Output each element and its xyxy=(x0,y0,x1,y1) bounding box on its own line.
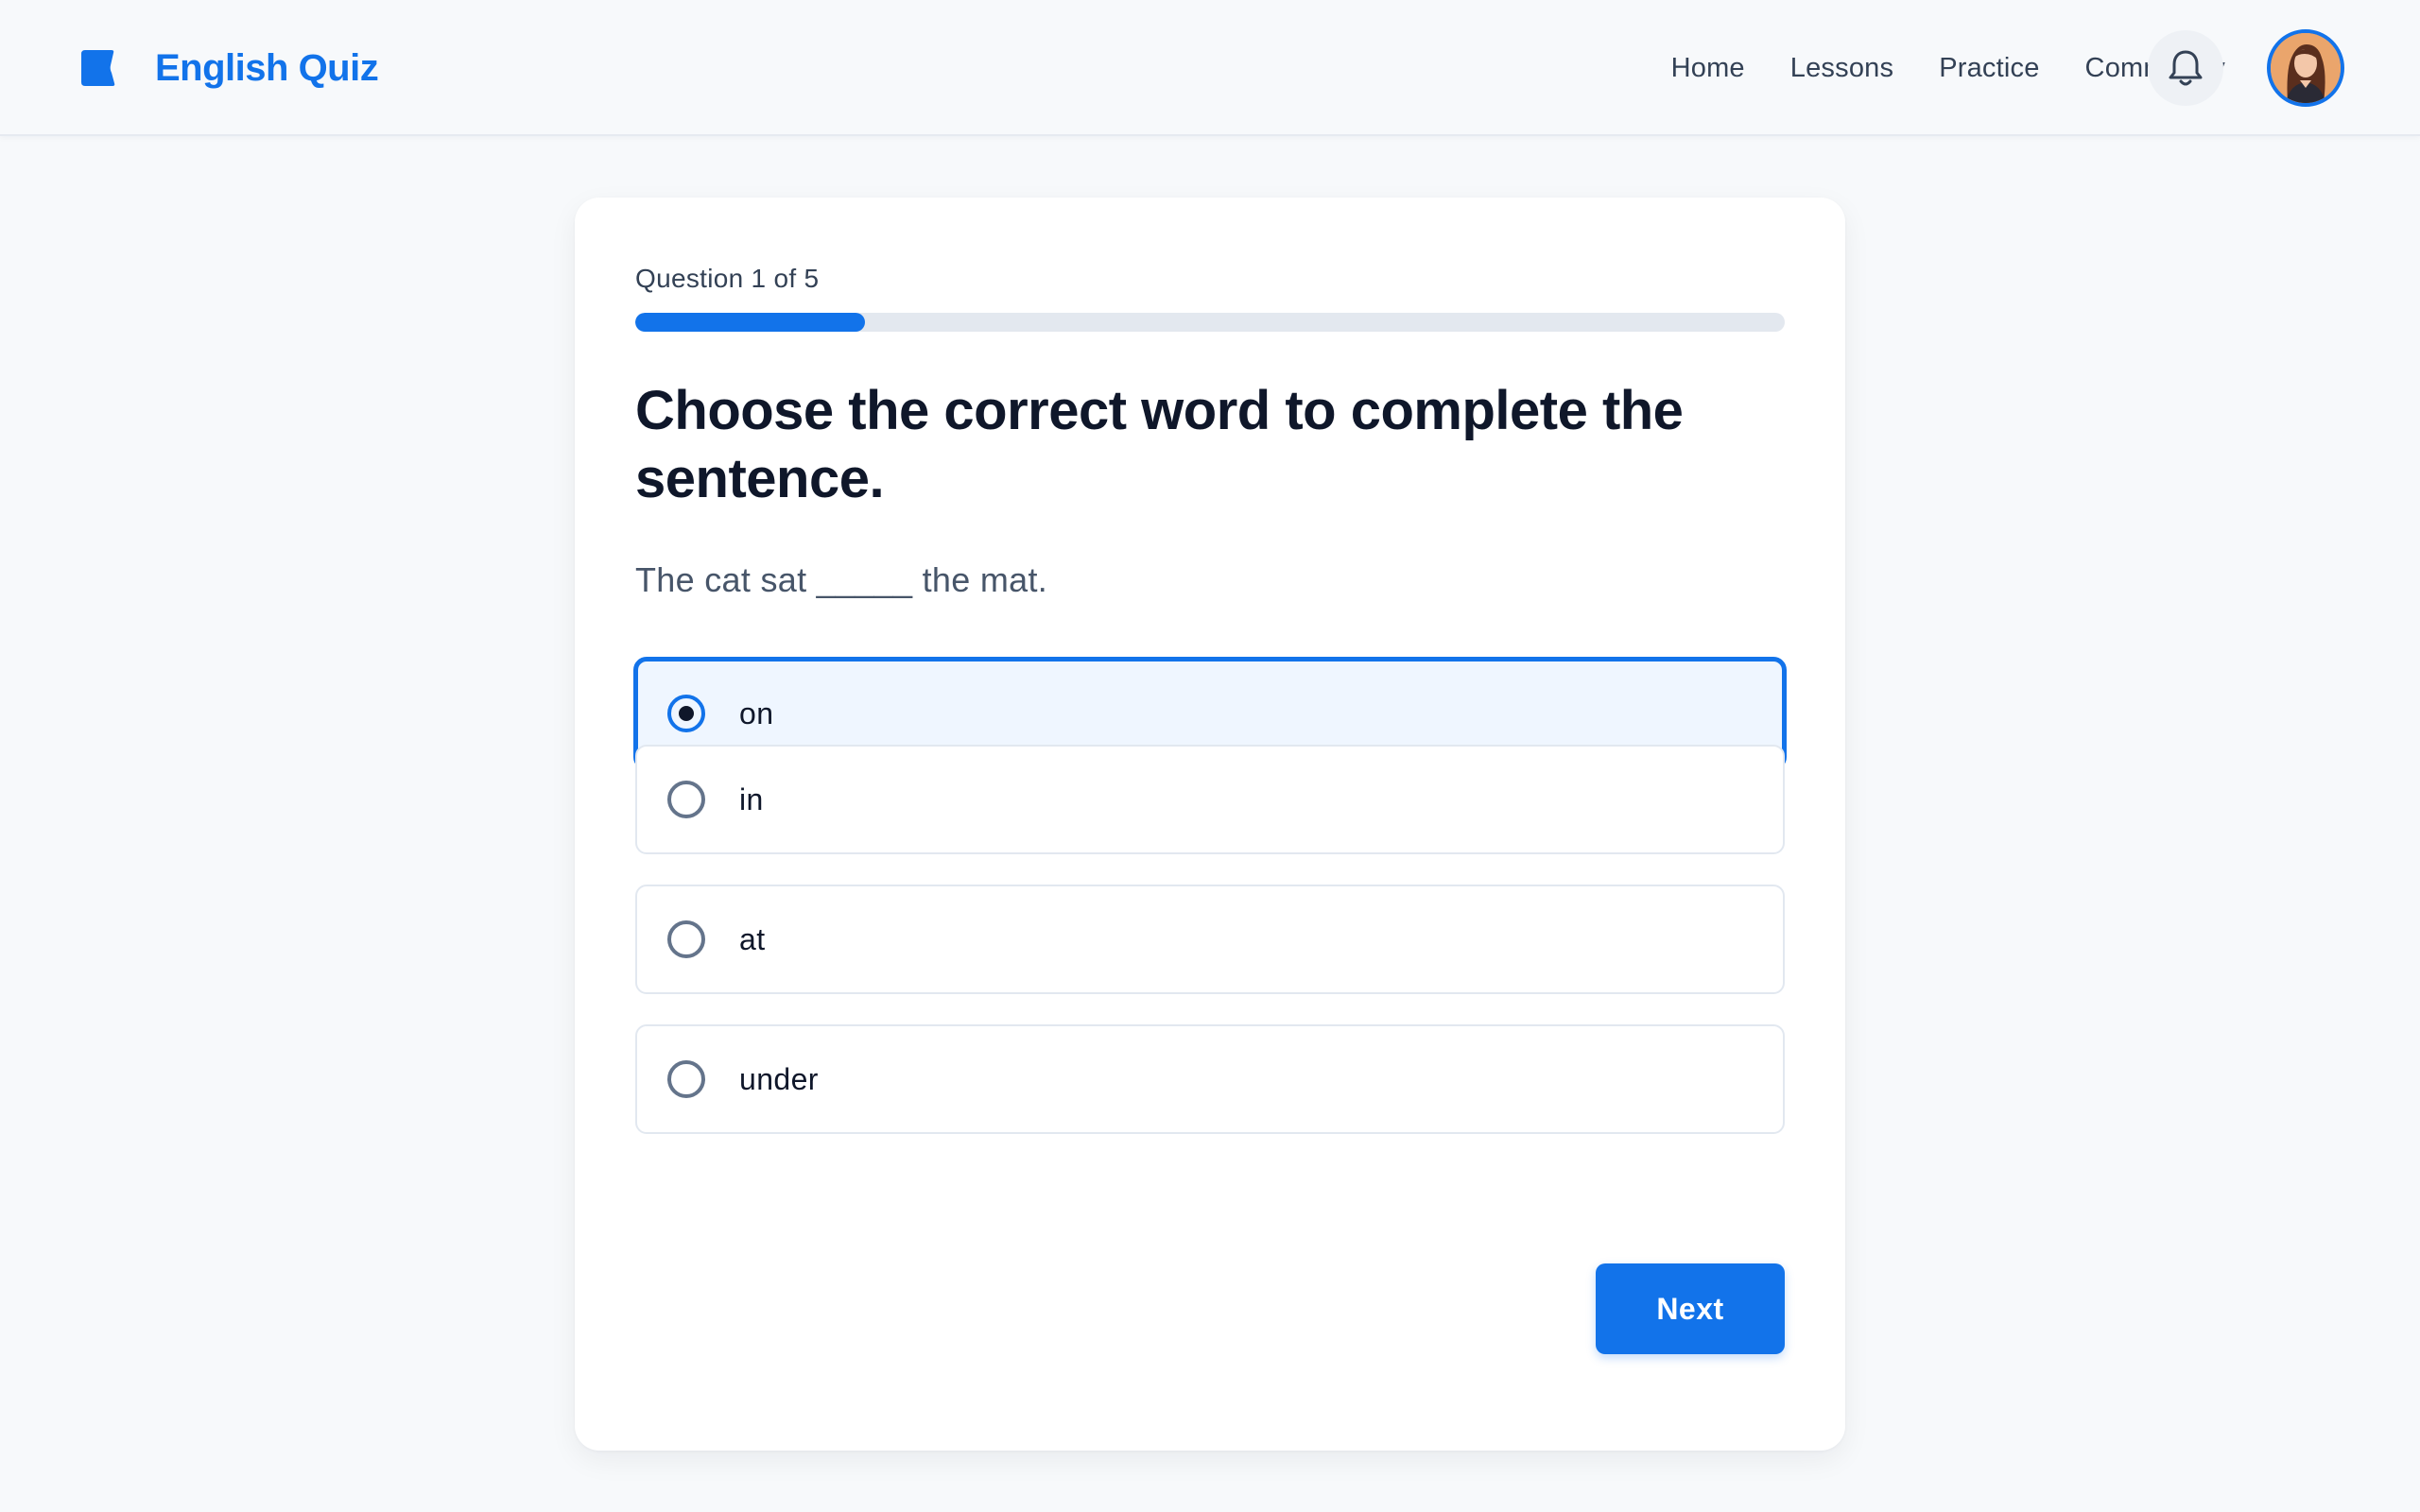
main-nav: Home Lessons Practice Community xyxy=(1626,42,2225,94)
progress-bar-fill xyxy=(635,313,866,332)
question-title: Choose the correct word to complete the … xyxy=(635,380,1684,509)
top-navigation-bar: English Quiz Home Lessons Practice Commu… xyxy=(0,0,2420,136)
option-label: under xyxy=(739,1061,819,1096)
app-title: English Quiz xyxy=(155,46,379,89)
radio-button[interactable] xyxy=(667,781,705,818)
answer-option-in[interactable]: in xyxy=(635,745,1785,854)
option-label: in xyxy=(739,782,764,816)
avatar-image xyxy=(2271,33,2341,103)
progress-bar xyxy=(635,313,1785,332)
bell-icon xyxy=(2169,50,2203,86)
radio-dot xyxy=(679,706,694,721)
book-icon xyxy=(81,50,115,86)
notifications-button[interactable] xyxy=(2148,30,2223,106)
nav-practice-link[interactable]: Practice xyxy=(1939,53,2039,84)
brand[interactable]: English Quiz xyxy=(79,42,379,94)
next-button[interactable]: Next xyxy=(1596,1263,1785,1354)
nav-home-link[interactable]: Home xyxy=(1671,53,1745,84)
question-sentence: The cat sat _____ the mat. xyxy=(635,560,1048,599)
user-avatar[interactable] xyxy=(2267,29,2344,107)
option-label: at xyxy=(739,921,766,956)
nav-lessons-link[interactable]: Lessons xyxy=(1790,53,1893,84)
question-counter: Question 1 of 5 xyxy=(635,264,820,293)
answer-option-under[interactable]: under xyxy=(635,1024,1785,1134)
radio-button[interactable] xyxy=(667,1060,705,1098)
radio-button-selected[interactable] xyxy=(667,695,705,732)
option-label: on xyxy=(739,696,774,730)
radio-button[interactable] xyxy=(667,920,705,958)
quiz-card: Question 1 of 5 Choose the correct word … xyxy=(575,198,1845,1451)
answer-option-at[interactable]: at xyxy=(635,885,1785,994)
